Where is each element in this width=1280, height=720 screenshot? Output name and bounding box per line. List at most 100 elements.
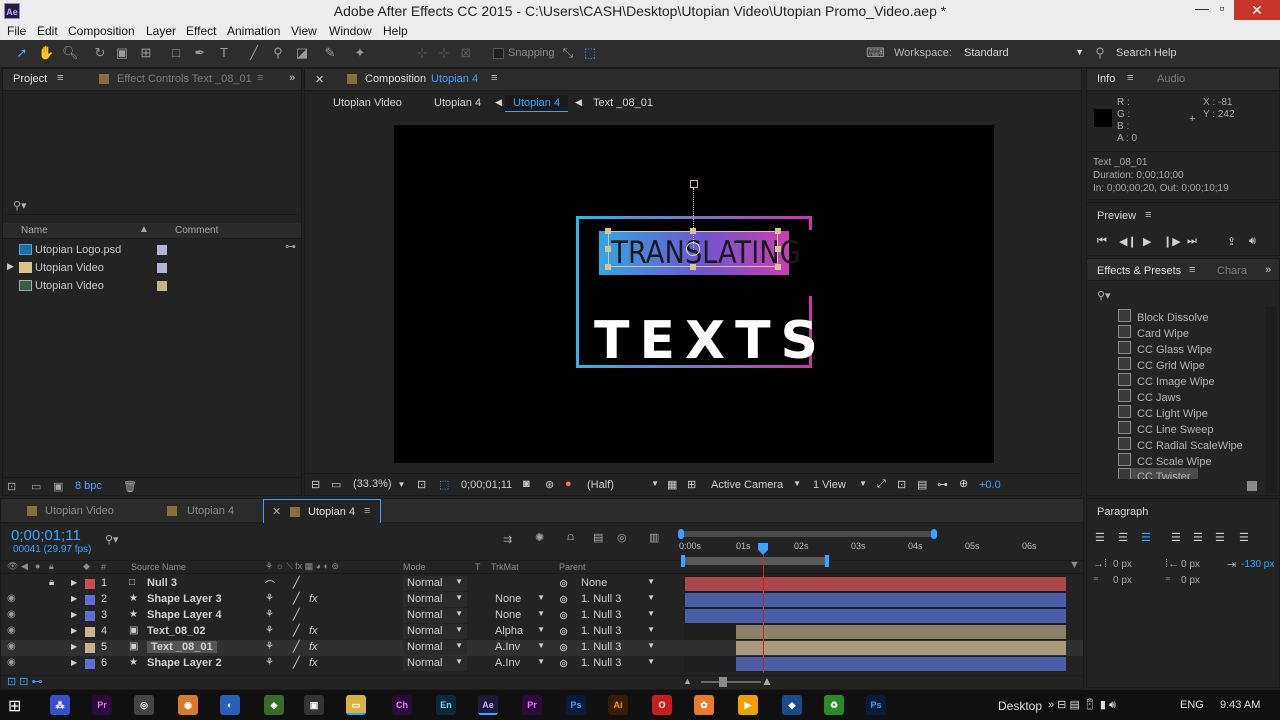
layer-name[interactable]: Shape Layer 4 — [147, 609, 222, 621]
list-item[interactable]: ▶ Utopian Video — [3, 259, 283, 277]
label-color[interactable] — [85, 659, 95, 669]
effect-item[interactable]: CC Light Wipe — [1118, 405, 1208, 420]
quality-switch-icon[interactable]: ╱ — [293, 640, 300, 653]
indent-right-field[interactable]: 0 px — [1181, 559, 1200, 570]
menu-icon[interactable]: ≡ — [1127, 72, 1133, 84]
shy-switch-icon[interactable]: ⚘ — [265, 641, 274, 652]
tab-character[interactable]: Chara — [1217, 265, 1247, 277]
grid-icon[interactable]: ⊞ — [687, 478, 696, 491]
desktop-toolbar[interactable]: Desktop — [998, 699, 1042, 713]
app-icon[interactable]: ◈ — [264, 695, 284, 715]
photoshop-icon[interactable]: Ps — [866, 695, 886, 715]
zoom-slider[interactable] — [701, 681, 761, 683]
lock-icon[interactable]: 🔒︎ — [49, 577, 54, 588]
scrollbar[interactable] — [1265, 307, 1277, 493]
exposure-value[interactable]: +0.0 — [979, 479, 1001, 491]
list-item[interactable]: Utopian Logo.psd — [3, 241, 283, 259]
effect-switch-icon[interactable]: fx — [309, 625, 318, 637]
chevron-right-icon[interactable]: » — [289, 72, 295, 84]
roto-brush-tool-icon[interactable]: ✎ — [322, 45, 338, 61]
blender-icon[interactable]: ◉ — [178, 695, 198, 715]
start-icon[interactable]: ⊞ — [8, 696, 21, 716]
menu-view[interactable]: View — [291, 24, 317, 38]
parent-dropdown[interactable]: 1. Null 3 ▼ — [577, 624, 659, 639]
resolution-dropdown[interactable]: (Half) ▼ — [587, 479, 659, 491]
selection-handle[interactable] — [690, 264, 696, 270]
selection-handle[interactable] — [775, 264, 781, 270]
menu-composition[interactable]: Composition — [68, 24, 135, 38]
label-color[interactable] — [85, 643, 95, 653]
monitor-icon[interactable]: ▭ — [331, 478, 341, 491]
parent-dropdown[interactable]: 1. Null 3 ▼ — [577, 608, 659, 623]
axis-view-icon[interactable]: ⊠ — [458, 45, 474, 61]
menu-animation[interactable]: Animation — [227, 24, 280, 38]
work-area-start[interactable] — [681, 555, 685, 567]
chrome-icon[interactable]: ◎ — [134, 695, 154, 715]
parent-dropdown[interactable]: 1. Null 3 ▼ — [577, 656, 659, 671]
column-parent[interactable]: Parent — [559, 562, 586, 572]
visibility-eye-icon[interactable]: ◉ — [7, 593, 16, 604]
layer-row[interactable]: 🔒︎ ▶ 1 □ Null 3 ⌒ ╱ Normal ▼ ⊚ None ▼ — [1, 576, 1083, 592]
app-icon[interactable]: ✿ — [694, 695, 714, 715]
minimize-button[interactable]: — — [1192, 0, 1212, 22]
camera-dropdown[interactable]: Active Camera ▼ — [711, 479, 801, 491]
photoshop-icon[interactable]: Ps — [566, 695, 586, 715]
time-navigator-start-handle[interactable] — [678, 529, 684, 539]
tab-effect-controls[interactable]: Effect Controls Text _08_01 — [117, 73, 252, 85]
layer-row[interactable]: ◉ ▶ 4 ▣ Text_08_02 ⚘ ╱ fx Normal ▼ Alpha ▼ ⊚ 1. Null … — [1, 624, 1083, 640]
loop-icon[interactable]: ⇪ — [1227, 235, 1236, 248]
new-composition-icon[interactable]: ▣ — [53, 480, 63, 493]
column-name[interactable]: Name — [21, 225, 48, 236]
justify-all-icon[interactable]: ☰ — [1239, 531, 1249, 544]
trkmat-dropdown[interactable]: None ▼ — [491, 608, 549, 623]
play-icon[interactable]: ▶ — [1143, 235, 1151, 248]
language-indicator[interactable]: ENG — [1180, 699, 1204, 711]
snap-edge-icon[interactable]: ⤡ — [560, 45, 576, 61]
character-animator-icon[interactable]: Ch — [392, 695, 412, 715]
shy-layers-icon[interactable]: ⩍ — [567, 531, 574, 544]
shy-switch-icon[interactable]: ⚘ — [265, 657, 274, 668]
selection-tool-icon[interactable]: ➚ — [14, 45, 30, 61]
close-icon[interactable]: ✕ — [315, 73, 324, 86]
mode-dropdown[interactable]: Normal ▼ — [403, 640, 467, 655]
flowchart-icon[interactable]: ⊶ — [285, 240, 296, 253]
text-bottom[interactable]: TEXTS — [594, 311, 818, 371]
visibility-eye-icon[interactable]: ◉ — [7, 641, 16, 652]
audio-icon[interactable]: 🔊︎ — [1249, 235, 1256, 248]
time-ruler[interactable]: 0:00s 01s 02s 03s 04s 05s 06s — [679, 539, 1075, 569]
zoom-tool-icon[interactable]: 🔍︎ — [62, 45, 79, 61]
current-time-indicator[interactable] — [763, 555, 764, 673]
space-before-field[interactable]: 0 px — [1113, 575, 1132, 586]
mode-dropdown[interactable]: Normal ▼ — [403, 608, 467, 623]
close-icon[interactable]: ✕ — [272, 505, 281, 518]
media-player-icon[interactable]: ▶ — [738, 695, 758, 715]
puppet-tool-icon[interactable]: ✦ — [352, 45, 368, 61]
axis-local-icon[interactable]: ⊹ — [414, 45, 430, 61]
pen-tool-icon[interactable]: ✒ — [192, 45, 208, 61]
time-navigator-end-handle[interactable] — [931, 529, 937, 539]
tab-info[interactable]: Info — [1097, 73, 1115, 85]
effect-switch-icon[interactable]: fx — [309, 657, 318, 669]
selection-handle[interactable] — [605, 228, 611, 234]
column-source-name[interactable]: Source Name — [131, 562, 186, 572]
comp-mini-flowchart-icon[interactable]: ⇉ — [503, 533, 512, 546]
first-line-field[interactable]: -130 px — [1241, 559, 1274, 570]
shy-switch-icon[interactable]: ⚘ — [265, 625, 274, 636]
type-tool-icon[interactable]: T — [216, 45, 232, 61]
file-explorer-icon[interactable]: ▭ — [346, 695, 366, 715]
menu-window[interactable]: Window — [329, 24, 372, 38]
layer-duration-bar[interactable] — [736, 657, 1066, 671]
parent-pickwhip-icon[interactable]: ⊚ — [559, 657, 568, 670]
last-frame-icon[interactable]: ⏭ — [1187, 235, 1197, 248]
breadcrumb-item-active[interactable]: Utopian 4 — [505, 95, 569, 112]
menu-icon[interactable]: ≡ — [1145, 209, 1151, 221]
new-folder-icon[interactable]: ▭ — [31, 480, 41, 493]
zoom-in-icon[interactable]: ▲ — [761, 674, 773, 688]
illustrator-icon[interactable]: Ai — [608, 695, 628, 715]
column-mode[interactable]: Mode — [403, 562, 426, 572]
justify-center-icon[interactable]: ☰ — [1193, 531, 1203, 544]
shy-switch-icon[interactable]: ⌒ — [265, 577, 275, 592]
interpret-footage-icon[interactable]: ⊡ — [7, 480, 16, 493]
trkmat-dropdown[interactable]: A.Inv ▼ — [491, 640, 549, 655]
toggle-pixel-icon[interactable]: ⤢ — [877, 478, 886, 491]
